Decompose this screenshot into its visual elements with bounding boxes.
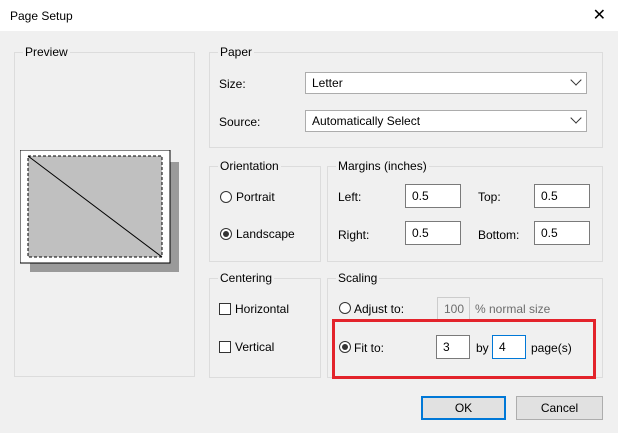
horizontal-checkbox[interactable] (219, 303, 231, 315)
bottom-margin-input[interactable]: 0.5 (534, 221, 590, 245)
ok-button[interactable]: OK (421, 396, 506, 420)
source-label: Source: (219, 115, 261, 129)
window-title: Page Setup (10, 9, 73, 23)
left-margin-input[interactable]: 0.5 (405, 184, 461, 208)
close-icon[interactable]: ✕ (593, 5, 606, 25)
source-value: Automatically Select (312, 114, 421, 128)
orientation-label: Orientation (218, 159, 281, 173)
portrait-radio[interactable] (220, 191, 232, 203)
size-select[interactable]: Letter (305, 72, 587, 94)
chevron-down-icon (570, 112, 582, 124)
vertical-checkbox[interactable] (219, 341, 231, 353)
page-preview-image (19, 149, 179, 272)
orientation-group: Orientation (209, 159, 321, 262)
adjust-to-input[interactable]: 100 (437, 297, 470, 321)
vertical-label[interactable]: Vertical (235, 340, 274, 354)
fit-to-highlight-box (332, 319, 596, 379)
landscape-label[interactable]: Landscape (236, 227, 295, 241)
right-margin-label: Right: (338, 228, 370, 242)
left-margin-label: Left: (338, 190, 362, 204)
right-margin-input[interactable]: 0.5 (405, 221, 461, 245)
source-select[interactable]: Automatically Select (305, 110, 587, 132)
size-label: Size: (219, 77, 246, 91)
chevron-down-icon (570, 74, 582, 86)
adjust-to-radio[interactable] (339, 302, 351, 314)
normal-size-label: % normal size (475, 302, 551, 316)
centering-group: Centering (209, 271, 321, 378)
adjust-to-label[interactable]: Adjust to: (354, 302, 404, 316)
size-value: Letter (312, 76, 343, 90)
top-margin-input[interactable]: 0.5 (534, 184, 590, 208)
preview-label: Preview (23, 45, 70, 59)
paper-group: Paper (209, 45, 603, 148)
bottom-margin-label: Bottom: (478, 228, 520, 242)
centering-label: Centering (218, 271, 275, 285)
portrait-label[interactable]: Portrait (236, 190, 275, 204)
horizontal-label[interactable]: Horizontal (235, 302, 289, 316)
scaling-label: Scaling (336, 271, 380, 285)
top-margin-label: Top: (478, 190, 501, 204)
page-preview (19, 149, 182, 277)
title-bar: Page Setup ✕ (0, 0, 618, 31)
margins-label: Margins (inches) (336, 159, 429, 173)
cancel-button[interactable]: Cancel (516, 396, 603, 420)
paper-label: Paper (218, 45, 255, 59)
landscape-radio[interactable] (220, 228, 232, 240)
margins-group: Margins (inches) (327, 159, 603, 262)
